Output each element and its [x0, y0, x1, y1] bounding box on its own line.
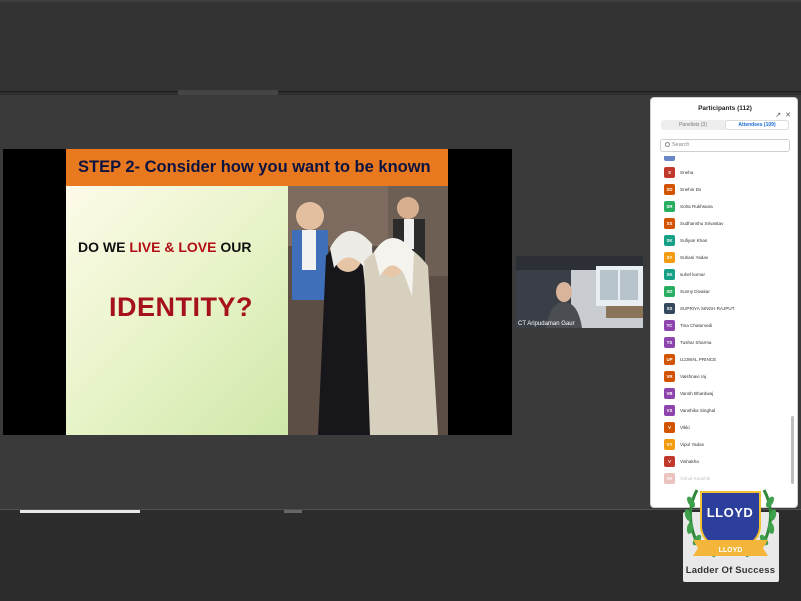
attendee-avatar: SD — [664, 184, 675, 195]
attendee-row[interactable]: SS SUPRIYA SINGH RAJPUT — [664, 303, 794, 314]
attendee-name: Suhani Yadav — [680, 255, 709, 260]
attendee-avatar: S — [664, 167, 675, 178]
attendee-avatar: SK — [664, 235, 675, 246]
video-participant-name: CT Aripudaman Gaur — [518, 321, 575, 327]
lloyd-logo: LLOYD LLOYD Ladder Of Success — [679, 482, 782, 582]
slide-question: DO WE LIVE & LOVE OUR — [78, 239, 251, 255]
attendee-row[interactable]: SK Sufiyan Khan — [664, 235, 794, 246]
search-placeholder: Search — [672, 142, 690, 148]
attendee-name: Snehin Dx — [680, 187, 702, 192]
attendee-row[interactable] — [664, 156, 794, 161]
attendee-name: Vanshika Singhal — [680, 408, 716, 413]
attendee-avatar: SS — [664, 303, 675, 314]
attendee-row[interactable]: TS Tushar Sharma — [664, 337, 794, 348]
attendee-row[interactable]: SS Sudhanshu Srivastav — [664, 218, 794, 229]
attendee-avatar: UP — [664, 354, 675, 365]
attendee-row[interactable]: SY Suhani Yadav — [664, 252, 794, 263]
attendee-avatar: SK — [664, 269, 675, 280]
slide-identity-word: IDENTITY? — [109, 292, 253, 322]
slide-photo-illustration — [288, 186, 448, 435]
logo-name: LLOYD — [706, 505, 754, 520]
attendee-avatar: V — [664, 422, 675, 433]
slide-text-area: DO WE LIVE & LOVE OUR IDENTITY? — [66, 186, 288, 435]
shared-screen[interactable]: STEP 2- Consider how you want to be know… — [3, 149, 512, 435]
attendee-row[interactable]: SK suhel kumar — [664, 269, 794, 280]
attendee-row[interactable]: V Vikki — [664, 422, 794, 433]
logo-ribbon-text: LLOYD — [719, 547, 743, 554]
attendee-name: SUPRIYA SINGH RAJPUT — [680, 306, 735, 311]
bottom-tick — [284, 510, 302, 513]
participants-panel: Participants (112) ↗ ✕ Panelists (3) Atte… — [650, 97, 798, 508]
slide-photo — [288, 186, 448, 435]
attendee-list[interactable]: S Sneha SD Snehin Dx SR Soha Rukhsana SS Sudhan… — [651, 156, 797, 486]
attendee-avatar: VS — [664, 405, 675, 416]
attendee-avatar: VY — [664, 439, 675, 450]
attendee-row[interactable]: VS Vanshika Singhal — [664, 405, 794, 416]
attendee-row[interactable]: UP UJJWAL PRINCE — [664, 354, 794, 365]
attendee-row[interactable]: VB Vansh Bhardwaj — [664, 388, 794, 399]
attendee-avatar: TC — [664, 320, 675, 331]
attendee-name: Sneha — [680, 170, 694, 175]
search-icon — [665, 141, 670, 147]
attendee-avatar — [664, 156, 675, 161]
attendee-name: Sufiyan Khan — [680, 238, 708, 243]
lloyd-crest-icon: LLOYD — [684, 489, 777, 558]
attendee-row[interactable]: VY Vipul Yadav — [664, 439, 794, 450]
attendee-avatar: SS — [664, 218, 675, 229]
attendee-row[interactable]: TC Tina Chaturvedi — [664, 320, 794, 331]
attendee-name: Vansh Bhardwaj — [680, 391, 714, 396]
attendee-avatar: VB — [664, 388, 675, 399]
attendee-name: Vikki — [680, 425, 690, 430]
attendee-avatar: SY — [664, 252, 675, 263]
attendee-avatar: SD — [664, 286, 675, 297]
presentation-slide: STEP 2- Consider how you want to be know… — [66, 149, 448, 435]
attendee-avatar: TS — [664, 337, 675, 348]
participant-tabs: Panelists (3) Attendees (109) — [661, 120, 789, 130]
popout-icon[interactable]: ↗ — [775, 112, 781, 120]
attendee-name: Tushar Sharma — [680, 340, 712, 345]
slide-title: STEP 2- Consider how you want to be know… — [66, 149, 448, 186]
attendee-row[interactable]: SD Sunny Divakar — [664, 286, 794, 297]
participant-video-tile[interactable]: CT Aripudaman Gaur — [516, 256, 643, 328]
attendee-avatar: VK — [664, 473, 675, 484]
attendee-name: Vishakha — [680, 459, 699, 464]
attendee-name: Vaishnavi raj — [680, 374, 706, 379]
video-feed — [516, 256, 643, 328]
logo-tagline: Ladder Of Success — [685, 565, 776, 576]
attendee-name: Sunny Divakar — [680, 289, 710, 294]
attendee-name: Tina Chaturvedi — [680, 323, 713, 328]
close-icon[interactable]: ✕ — [785, 112, 791, 120]
attendee-row[interactable]: VR Vaishnavi raj — [664, 371, 794, 382]
attendee-row[interactable]: S Sneha — [664, 167, 794, 178]
bottom-strip — [20, 510, 140, 513]
question-start: DO WE — [78, 239, 130, 255]
attendee-name: Vipul Yadav — [680, 442, 705, 447]
attendee-row[interactable]: SR Soha Rukhsana — [664, 201, 794, 212]
attendee-row[interactable]: V Vishakha — [664, 456, 794, 467]
attendee-avatar: SR — [664, 201, 675, 212]
attendee-row[interactable]: SD Snehin Dx — [664, 184, 794, 195]
attendee-avatar: VR — [664, 371, 675, 382]
tab-panelists[interactable]: Panelists (3) — [661, 120, 725, 130]
tab-attendees[interactable]: Attendees (109) — [725, 120, 789, 130]
attendee-name: suhel kumar — [680, 272, 706, 277]
meeting-top-band — [0, 0, 801, 92]
attendee-name: Sudhanshu Srivastav — [680, 221, 724, 226]
attendee-name: Soha Rukhsana — [680, 204, 713, 209]
question-end: OUR — [216, 239, 252, 255]
attendee-avatar: V — [664, 456, 675, 467]
participant-search-input[interactable]: Search — [660, 139, 790, 152]
attendee-scrollbar[interactable] — [791, 416, 794, 484]
toolbar-notch — [178, 90, 278, 95]
question-highlight: LIVE & LOVE — [129, 239, 217, 255]
attendee-name: UJJWAL PRINCE — [680, 357, 717, 362]
